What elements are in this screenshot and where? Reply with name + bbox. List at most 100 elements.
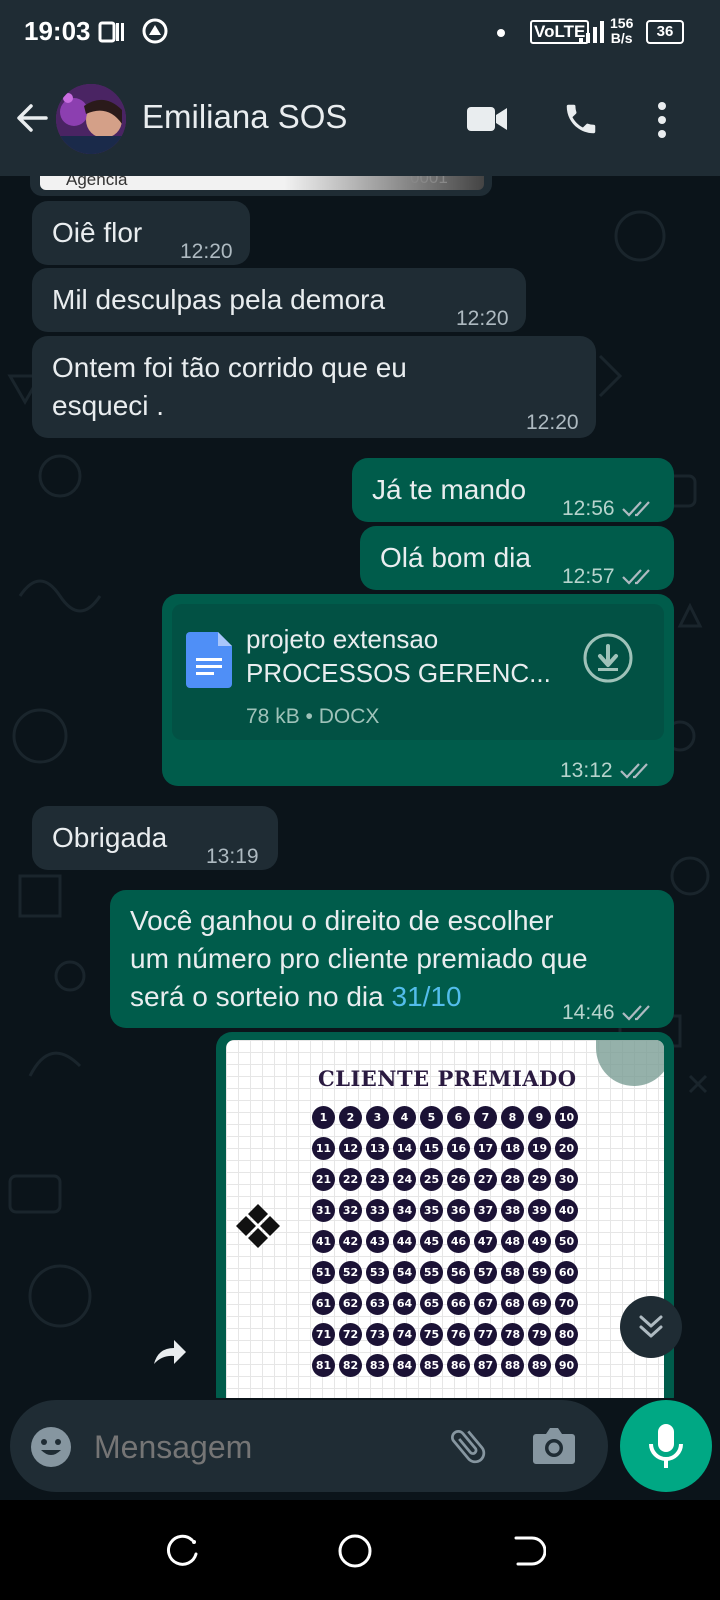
app-notification-icon: [142, 18, 168, 44]
back-nav-icon[interactable]: [512, 1534, 546, 1568]
raffle-number: 19: [528, 1137, 551, 1160]
double-check-icon: [619, 763, 648, 780]
file-meta: 78 kB • DOCX: [246, 705, 380, 728]
time-label: 12:57: [562, 565, 615, 588]
document-card[interactable]: projeto extensao PROCESSOS GERENC... 78 …: [172, 604, 664, 740]
signal-icon: [579, 21, 604, 43]
raffle-number: 5: [420, 1106, 443, 1129]
partial-image: Agência 0001: [40, 176, 484, 190]
raffle-number: 24: [393, 1168, 416, 1191]
raffle-number: 84: [393, 1354, 416, 1377]
forward-icon[interactable]: [152, 1338, 188, 1366]
mic-icon: [649, 1424, 683, 1468]
message-document[interactable]: projeto extensao PROCESSOS GERENC... 78 …: [162, 594, 674, 786]
raffle-number: 79: [528, 1323, 551, 1346]
chat-area[interactable]: Agência 0001 Oiê flor 12:20 Mil desculpa…: [0, 176, 720, 1398]
raffle-number: 11: [312, 1137, 335, 1160]
raffle-number: 57: [474, 1261, 497, 1284]
raffle-number: 60: [555, 1261, 578, 1284]
message-outgoing[interactable]: Olá bom dia 12:57: [360, 526, 674, 590]
message-input[interactable]: [92, 1420, 436, 1474]
raffle-number: 85: [420, 1354, 443, 1377]
raffle-number: 65: [420, 1292, 443, 1315]
attach-icon[interactable]: [446, 1424, 490, 1468]
file-name-line1: projeto extensao: [246, 624, 439, 654]
raffle-number: 80: [555, 1323, 578, 1346]
emoji-icon[interactable]: [30, 1426, 72, 1468]
raffle-number: 7: [474, 1106, 497, 1129]
recents-icon[interactable]: [166, 1534, 200, 1568]
chat-header: Emiliana SOS: [0, 64, 720, 176]
raffle-number: 13: [366, 1137, 389, 1160]
message-outgoing[interactable]: Já te mando 12:56: [352, 458, 674, 522]
raffle-number: 74: [393, 1323, 416, 1346]
contact-name[interactable]: Emiliana SOS: [142, 98, 347, 136]
date-link[interactable]: 31/10: [392, 981, 462, 1012]
raffle-number: 43: [366, 1230, 389, 1253]
raffle-number: 70: [555, 1292, 578, 1315]
message-time: 14:46: [562, 994, 653, 1032]
home-icon[interactable]: [336, 1532, 374, 1570]
raffle-number: 28: [501, 1168, 524, 1191]
time-label: 12:56: [562, 497, 615, 520]
raffle-number: 81: [312, 1354, 335, 1377]
double-check-icon: [621, 1005, 650, 1022]
message-image[interactable]: CLIENTE PREMIADO 1 2 3 4 5 6 7 8 9 10 11 12 13 14 15 16…: [216, 1032, 674, 1398]
message-incoming[interactable]: Mil desculpas pela demora 12:20: [32, 268, 526, 332]
message-time: 12:20: [526, 411, 579, 434]
message-text-line2: um número pro cliente premiado que: [130, 943, 588, 974]
raffle-number: 12: [339, 1137, 362, 1160]
raffle-number: 90: [555, 1354, 578, 1377]
message-time: 12:20: [180, 240, 233, 263]
back-arrow-icon[interactable]: [14, 100, 50, 136]
message-incoming[interactable]: Oiê flor 12:20: [32, 201, 250, 265]
video-call-icon[interactable]: [466, 104, 508, 134]
message-incoming[interactable]: Obrigada 13:19: [32, 806, 278, 870]
raffle-number: 51: [312, 1261, 335, 1284]
scroll-down-button[interactable]: [620, 1296, 682, 1358]
message-text: Olá bom dia: [380, 542, 531, 573]
message-time: 12:20: [456, 307, 509, 330]
raffle-image[interactable]: CLIENTE PREMIADO 1 2 3 4 5 6 7 8 9 10 11 12 13 14 15 16…: [226, 1040, 664, 1398]
raffle-number: 23: [366, 1168, 389, 1191]
partial-message[interactable]: Agência 0001: [30, 176, 492, 196]
number-grid: 1 2 3 4 5 6 7 8 9 10 11 12 13 14 15 16 17 18 19 20 21 22 23 24 2…: [312, 1106, 582, 1398]
message-composer: [10, 1400, 608, 1492]
raffle-number: 34: [393, 1199, 416, 1222]
raffle-number: 36: [447, 1199, 470, 1222]
clock: 19:03: [24, 16, 91, 46]
raffle-number: 72: [339, 1323, 362, 1346]
message-time: 12:56: [562, 490, 653, 528]
download-icon[interactable]: [582, 632, 634, 684]
double-check-icon: [621, 569, 650, 586]
raffle-number: 76: [447, 1323, 470, 1346]
raffle-number: 18: [501, 1137, 524, 1160]
raffle-number: 49: [528, 1230, 551, 1253]
mic-button[interactable]: [620, 1400, 712, 1492]
more-vert-icon[interactable]: [654, 100, 670, 140]
message-outgoing[interactable]: Você ganhou o direito de escolher um núm…: [110, 890, 674, 1028]
raffle-number: 40: [555, 1199, 578, 1222]
notification-icon: [98, 21, 124, 43]
raffle-number: 68: [501, 1292, 524, 1315]
raffle-number: 88: [501, 1354, 524, 1377]
phone-icon[interactable]: [562, 100, 600, 138]
raffle-number: 47: [474, 1230, 497, 1253]
message-incoming[interactable]: Ontem foi tão corrido que eu esqueci . 1…: [32, 336, 596, 438]
raffle-number: 10: [555, 1106, 578, 1129]
raffle-number: 45: [420, 1230, 443, 1253]
message-text-line1: Você ganhou o direito de escolher: [130, 905, 554, 936]
raffle-number: 86: [447, 1354, 470, 1377]
corner-decoration: [596, 1040, 664, 1086]
raffle-number: 42: [339, 1230, 362, 1253]
raffle-number: 35: [420, 1199, 443, 1222]
partial-text: Agência: [66, 176, 128, 189]
message-text-line1: Ontem foi tão corrido que eu: [52, 352, 407, 383]
message-text: Oiê flor: [52, 217, 143, 248]
partial-number: 0001: [410, 176, 448, 187]
camera-icon[interactable]: [532, 1426, 576, 1466]
raffle-number: 73: [366, 1323, 389, 1346]
avatar[interactable]: [56, 84, 126, 154]
raffle-number: 8: [501, 1106, 524, 1129]
raffle-number: 27: [474, 1168, 497, 1191]
